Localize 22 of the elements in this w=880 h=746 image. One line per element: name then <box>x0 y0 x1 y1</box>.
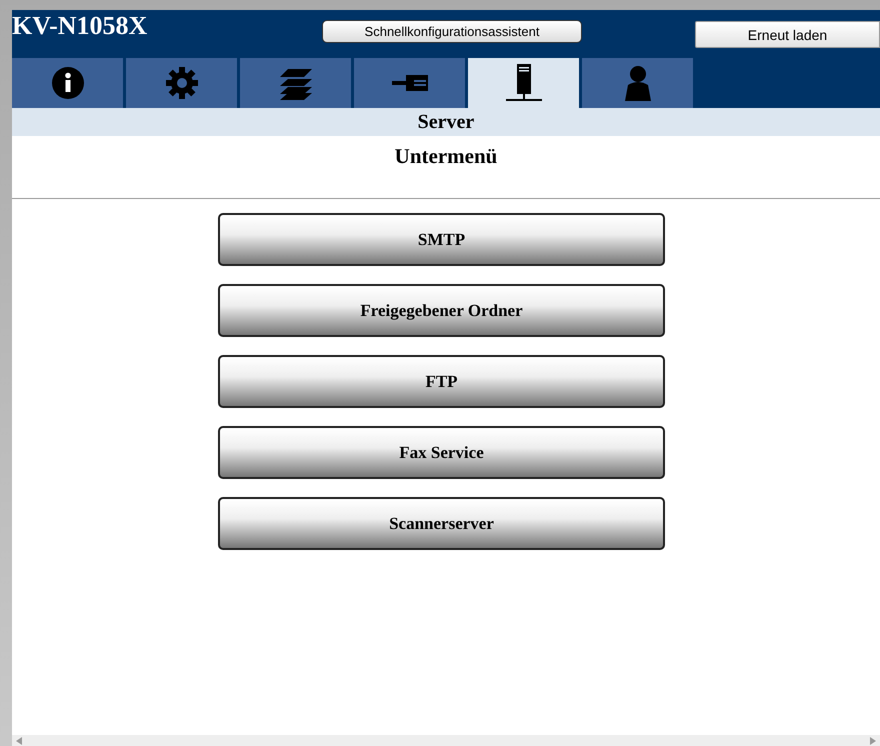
submenu-heading: Untermenü <box>394 144 498 170</box>
wizard-button[interactable]: Schnellkonfigurationsassistent <box>322 20 582 43</box>
server-tab[interactable] <box>468 58 579 108</box>
menu-button[interactable]: Freigegebener Ordner <box>218 284 665 337</box>
person-icon <box>622 65 652 101</box>
info-tab[interactable] <box>12 58 123 108</box>
menu-button[interactable]: FTP <box>218 355 665 408</box>
section-title: Server <box>418 110 474 134</box>
plug-icon <box>392 75 428 91</box>
settings-tab[interactable] <box>126 58 237 108</box>
settings-icon <box>164 66 198 100</box>
scroll-left-icon[interactable] <box>16 736 22 744</box>
horizontal-scrollbar[interactable] <box>12 735 880 746</box>
menu-button[interactable]: SMTP <box>218 213 665 266</box>
layers-tab[interactable] <box>240 58 351 108</box>
device-title: KV-N1058X <box>12 10 148 42</box>
info-icon <box>50 66 84 100</box>
menu-button[interactable]: Fax Service <box>218 426 665 479</box>
reload-button[interactable]: Erneut laden <box>695 21 880 48</box>
scroll-right-icon[interactable] <box>870 736 876 744</box>
server-icon <box>506 64 542 102</box>
menu-button[interactable]: Scannerserver <box>218 497 665 550</box>
